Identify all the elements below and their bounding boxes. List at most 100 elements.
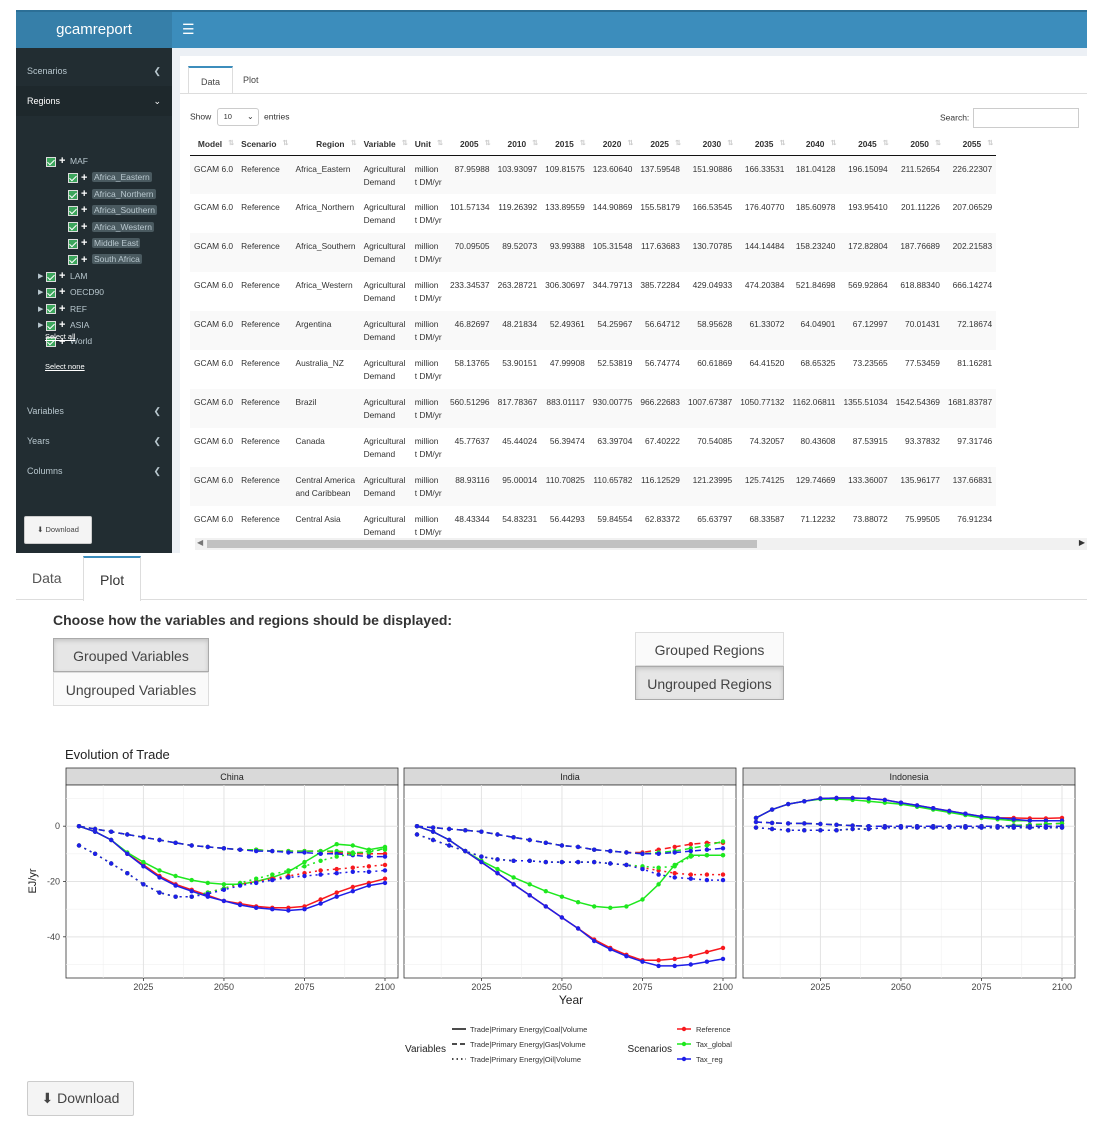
table-row[interactable]: GCAM 6.0 Reference Central America and Car… [190,467,997,506]
checkbox-icon[interactable] [46,156,56,167]
column-header[interactable]: Region ⇅ [291,133,360,156]
region-node[interactable]: + Africa_Eastern [68,170,152,185]
table-row[interactable]: GCAM 6.0 Reference Africa_Northern Agricult… [190,194,996,233]
plus-icon: + [81,188,88,201]
region-node[interactable]: ▶ + OECD90 [38,285,104,300]
column-header[interactable]: Unit ⇅ [410,133,446,156]
checkbox-icon[interactable] [46,320,56,331]
data-point [157,837,162,843]
scrollbar-thumb[interactable] [207,540,757,548]
tab-plot[interactable]: Plot [231,66,271,94]
ungrouped-variables-button[interactable]: Ungrouped Variables [53,672,209,706]
table-row[interactable]: GCAM 6.0 Reference Argentina Agricultural D… [190,311,997,350]
select-all-link[interactable]: Select all [45,332,75,341]
checkbox-icon[interactable] [68,255,78,266]
sidebar-download-button[interactable]: ⬇ Download [24,516,92,544]
expand-arrow-icon[interactable]: ▶ [38,285,46,300]
region-node[interactable]: + MAF [38,154,88,169]
column-header[interactable]: 2030 ⇅ [683,133,737,156]
column-header[interactable]: 2020 ⇅ [588,133,637,156]
region-node[interactable]: + Africa_Northern [68,187,156,202]
checkbox-icon[interactable] [46,304,56,315]
x-tick-label: 2025 [810,982,830,992]
data-point [624,954,629,959]
column-header-label: 2015 [555,138,574,149]
table-row[interactable]: GCAM 6.0 Reference Africa_Eastern Agricultu… [190,155,997,194]
column-header[interactable]: 2005 ⇅ [445,133,494,156]
horizontal-scrollbar[interactable]: ◀ ▶ [195,538,1087,550]
column-header[interactable]: 2015 ⇅ [541,133,589,156]
data-point [157,868,162,873]
region-node[interactable]: ▶ + LAM [38,269,87,284]
checkbox-icon[interactable] [46,271,56,282]
region-node[interactable]: ▶ + ASIA [38,318,89,333]
column-header[interactable]: 2025 ⇅ [636,133,684,156]
table-row[interactable]: GCAM 6.0 Reference Canada Agricultural Dema… [190,428,996,467]
data-point [818,828,823,833]
region-label: Africa_Eastern [92,172,152,183]
table-cell: 1681.83787 [943,389,997,428]
data-point [302,864,307,869]
grouped-variables-button[interactable]: Grouped Variables [53,638,209,672]
facet-label: China [220,772,244,782]
column-header[interactable]: 2010 ⇅ [493,133,542,156]
tab-data[interactable]: Data [16,556,78,600]
ungrouped-regions-button[interactable]: Ungrouped Regions [635,666,784,700]
checkbox-icon[interactable] [68,238,78,249]
region-node[interactable]: + Africa_Southern [68,203,157,218]
data-point [720,956,726,962]
entries-select[interactable]: 10 ⌄ [216,108,259,126]
checkbox-icon[interactable] [68,189,78,200]
data-point [334,894,339,899]
data-point [318,858,323,863]
data-point [334,866,339,872]
expand-arrow-icon[interactable]: ▶ [38,318,46,333]
column-header[interactable]: Model ⇅ [190,133,238,156]
table-header-row: Model ⇅ Scenario ⇅ Region ⇅ Variable ⇅ Unit ⇅ 2005… [190,133,997,156]
checkbox-icon[interactable] [68,222,78,233]
data-point [753,825,759,830]
column-header[interactable]: 2035 ⇅ [736,133,789,156]
data-point [511,875,516,880]
tab-plot[interactable]: Plot [83,556,142,601]
column-header[interactable]: 2040 ⇅ [788,133,840,156]
region-node[interactable]: + Africa_Western [68,220,154,235]
expand-arrow-icon[interactable]: ▶ [38,302,46,317]
grouped-regions-button[interactable]: Grouped Regions [635,632,784,666]
checkbox-icon[interactable] [68,173,78,184]
sidebar-item-variables[interactable]: Variables ❮ [16,396,172,426]
data-point [76,824,82,829]
data-point [141,864,146,869]
region-node[interactable]: ▶ + REF [38,302,87,317]
scroll-right-icon[interactable]: ▶ [1079,538,1085,547]
data-point [205,844,210,850]
table-row[interactable]: GCAM 6.0 Reference Africa_Southern Agricult… [190,233,997,272]
select-none-link[interactable]: Select none [45,362,85,371]
checkbox-icon[interactable] [68,205,78,216]
column-header[interactable]: 2050 ⇅ [891,133,944,156]
data-point [221,887,227,892]
table-row[interactable]: GCAM 6.0 Reference Australia_NZ Agricultura… [190,350,996,389]
plot-download-button[interactable]: ⬇ Download [27,1081,134,1116]
region-node[interactable]: + South Africa [68,252,142,267]
table-cell: 429.04933 [692,280,733,290]
data-point [495,866,500,872]
scroll-left-icon[interactable]: ◀ [197,538,203,547]
tab-data[interactable]: Data [188,66,234,94]
region-node[interactable]: + Middle East [68,236,141,251]
sidebar-item-years[interactable]: Years ❮ [16,426,172,456]
table-row[interactable]: GCAM 6.0 Reference Brazil Agricultural Dema… [190,389,997,428]
table-row[interactable]: GCAM 6.0 Reference Africa_Western Agricultu… [190,272,996,311]
hamburger-icon[interactable]: ☰ [182,21,195,38]
column-header[interactable]: Variable ⇅ [359,133,411,156]
column-header[interactable]: Scenario ⇅ [237,133,292,156]
search-input[interactable] [973,108,1080,128]
checkbox-icon[interactable] [46,287,56,298]
sidebar-item-columns[interactable]: Columns ❮ [16,456,172,486]
expand-arrow-icon[interactable]: ▶ [38,269,46,284]
sidebar-item-scenarios[interactable]: Scenarios ❮ [16,56,172,86]
column-header[interactable]: 2045 ⇅ [839,133,892,156]
column-header[interactable]: 2055 ⇅ [943,133,997,156]
sidebar-item-regions[interactable]: Regions ⌄ [16,86,172,116]
data-point [931,825,936,830]
